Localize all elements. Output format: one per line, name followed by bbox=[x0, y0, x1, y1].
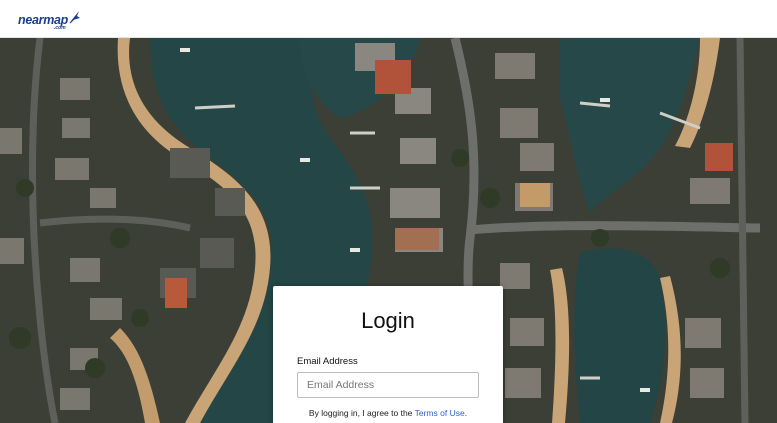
email-label: Email Address bbox=[297, 356, 358, 367]
email-input[interactable] bbox=[297, 372, 479, 398]
logo-sub: .com bbox=[54, 25, 66, 31]
login-title: Login bbox=[361, 308, 415, 333]
login-card: Login Email Address By logging in, I agr… bbox=[273, 286, 503, 423]
terms-suffix: . bbox=[464, 408, 468, 418]
terms-of-use-link[interactable]: Terms of Use bbox=[415, 408, 465, 418]
nearmap-logo[interactable]: nearmap .com bbox=[18, 10, 81, 31]
terms-prefix: By logging in, I agree to the bbox=[308, 408, 415, 418]
top-header: nearmap .com bbox=[0, 0, 777, 38]
logo-plane-icon bbox=[69, 11, 81, 24]
terms-text: By logging in, I agree to the Terms of U… bbox=[273, 408, 503, 419]
